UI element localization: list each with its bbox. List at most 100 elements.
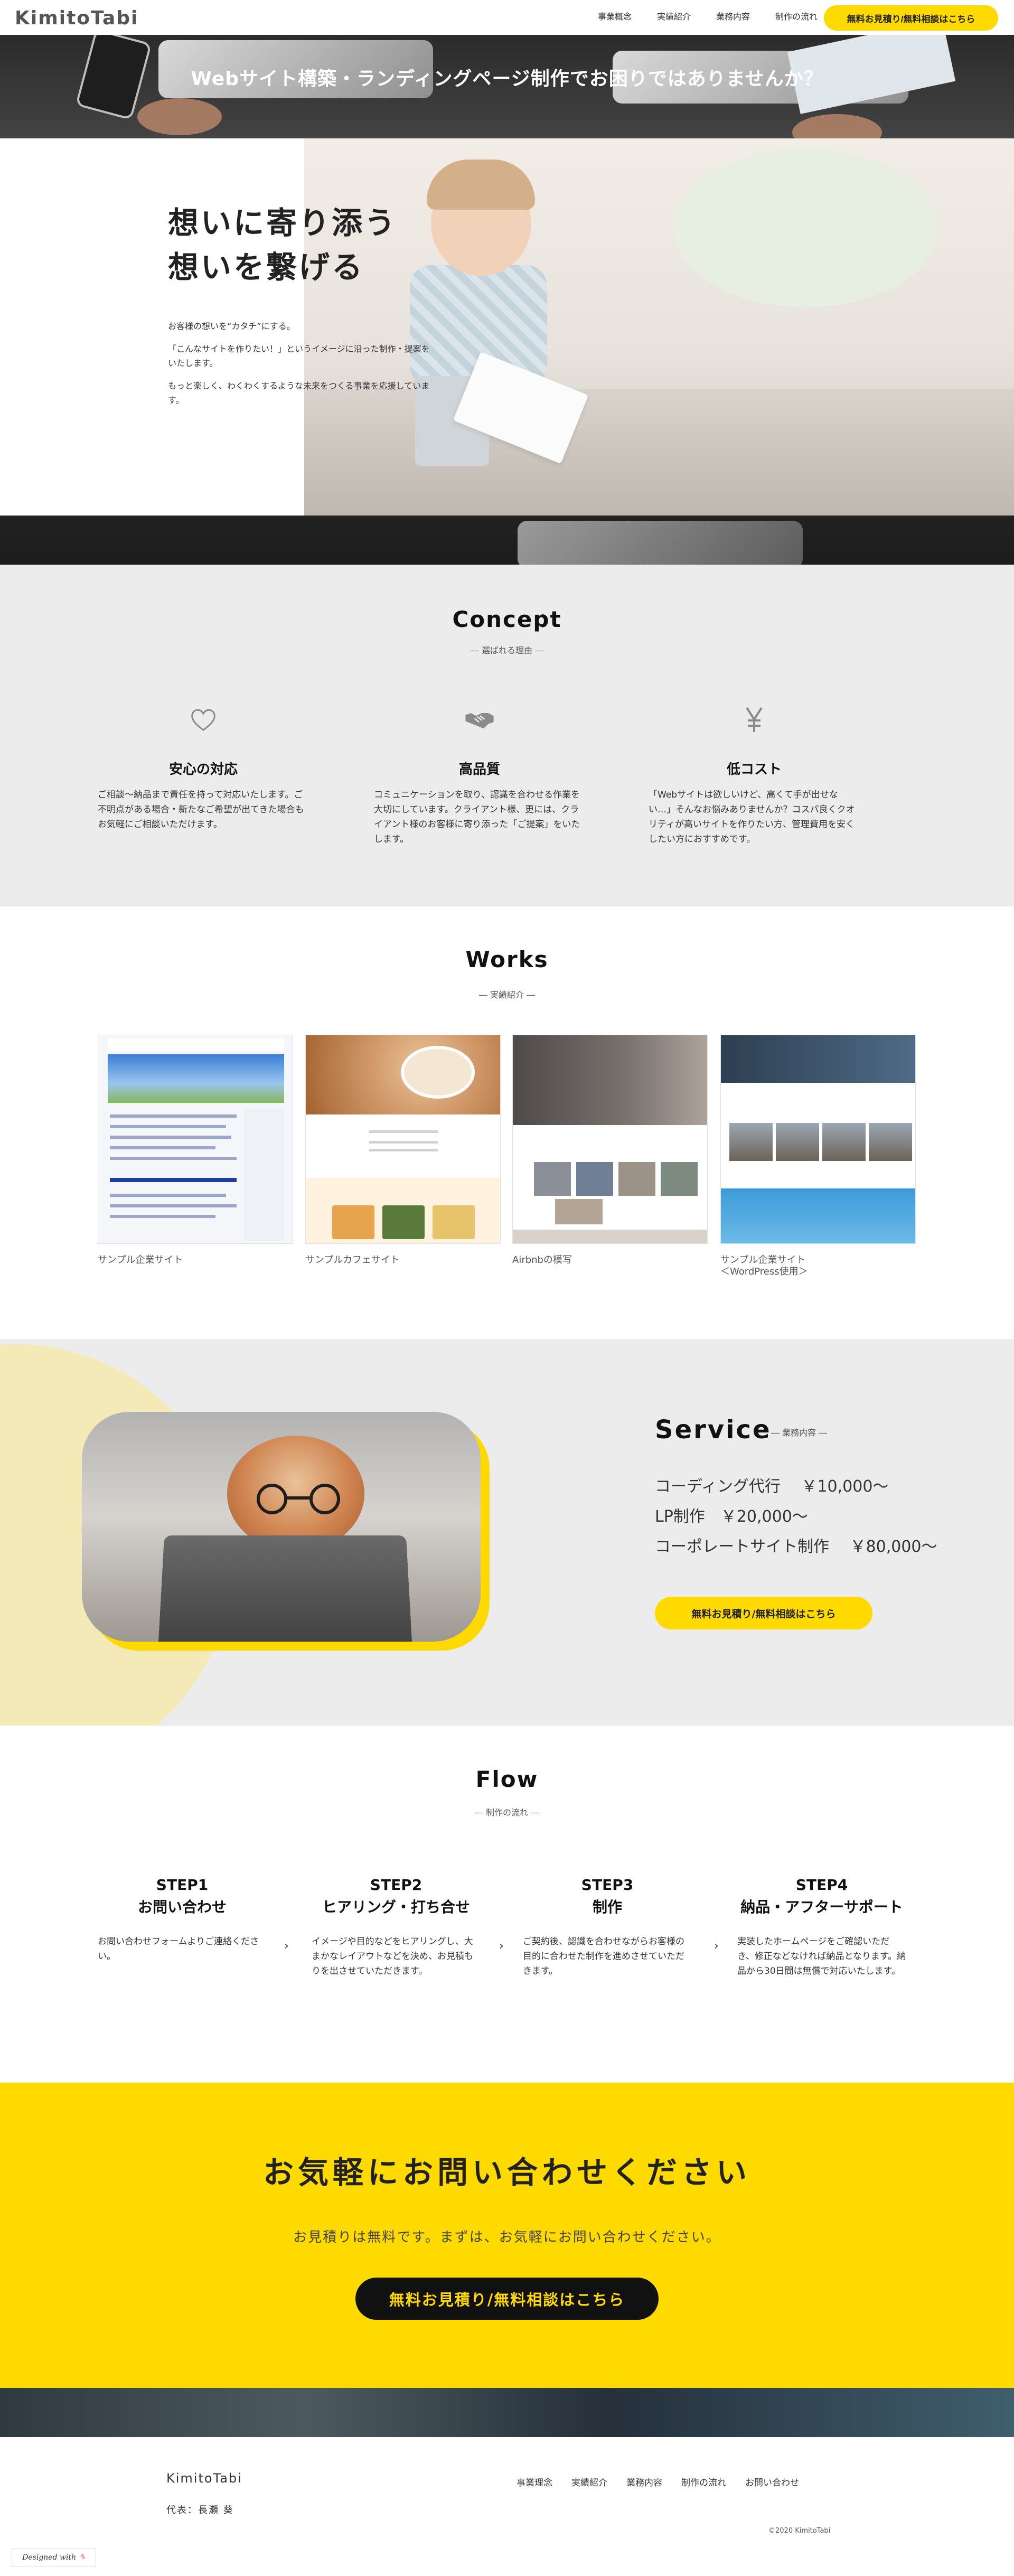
concept-title: Concept bbox=[452, 606, 562, 632]
thumb-hero-photo bbox=[513, 1035, 707, 1125]
flow-step-number: STEP2 bbox=[370, 1876, 422, 1894]
work-item[interactable]: サンプルカフェサイト bbox=[305, 1035, 501, 1266]
service-price-lp: LP制作 ￥20,000〜 bbox=[655, 1507, 808, 1526]
nav-item-flow[interactable]: 制作の流れ bbox=[763, 11, 830, 23]
thumb-sidebar bbox=[244, 1109, 284, 1241]
thumb-row bbox=[110, 1215, 215, 1218]
hero-paragraph: 「こんなサイトを作りたい！」というイメージに沿った制作・提案をいたします。 bbox=[168, 344, 430, 368]
work-caption-line1: サンプル企業サイト bbox=[720, 1254, 806, 1266]
concept-item-text: 「Webサイトは欲しいけど、高くて手が出せない…」そんなお悩みありませんか？コス… bbox=[649, 790, 855, 845]
nav-item-works[interactable]: 実績紹介 bbox=[644, 11, 703, 23]
flow-step-text: イメージや目的などをヒアリングし、大まかなレイアウトなどを決め、お見積もりを出さ… bbox=[312, 1936, 473, 1977]
flow-step: STEP2 ヒアリング・打ち合せ イメージや目的などをヒアリングし、大まかなレイ… bbox=[312, 1874, 481, 1979]
glasses-icon bbox=[257, 1484, 340, 1514]
thumb-photo bbox=[555, 1199, 603, 1224]
footer-nav-concept[interactable]: 事業理念 bbox=[507, 2475, 562, 2488]
service-price-coding: コーディング代行 ￥10,000〜 bbox=[655, 1477, 889, 1496]
work-caption: Airbnbの模写 bbox=[512, 1254, 572, 1266]
thumb-photo bbox=[661, 1162, 698, 1196]
chevron-right-icon: › bbox=[714, 1940, 719, 1953]
heart-icon bbox=[191, 709, 215, 731]
flow-title: Flow bbox=[475, 1766, 539, 1792]
concept-item-quality: 高品質 コミュニケーションを取り、認識を合わせる作業を大切にしています。クライア… bbox=[374, 704, 585, 847]
nav-item-service[interactable]: 業務内容 bbox=[703, 11, 763, 23]
work-thumbnail[interactable] bbox=[305, 1035, 501, 1244]
work-caption: サンプルカフェサイト bbox=[305, 1254, 400, 1266]
service-price-corporate: コーポレートサイト制作 ￥80,000〜 bbox=[655, 1538, 937, 1556]
pencil-icon: ✎ bbox=[79, 2553, 86, 2562]
thumb-photo bbox=[618, 1162, 655, 1196]
concept-item-text: ご相談〜納品まで責任を持って対応いたします。ご不明点がある場合・新たなご希望が出… bbox=[98, 790, 304, 830]
work-thumbnail[interactable] bbox=[512, 1035, 708, 1244]
handshake-icon bbox=[465, 713, 494, 729]
footer-logo[interactable]: KimitoTabi bbox=[166, 2471, 242, 2486]
flow-step: STEP3 制作 ご契約後、認識を合わせながらお客様の目的に合わせた制作を進めさ… bbox=[523, 1874, 692, 1979]
footer-nav-flow[interactable]: 制作の流れ bbox=[672, 2475, 736, 2488]
flow-step-text: 実装したホームページをご確認いただき、修正などなければ納品となります。納品から3… bbox=[737, 1936, 906, 1977]
footer-nav-works[interactable]: 実績紹介 bbox=[562, 2475, 617, 2488]
site-logo[interactable]: KimitoTabi bbox=[15, 7, 138, 29]
thumb-row bbox=[110, 1204, 237, 1207]
flow-step-title: ヒアリング・打ち合せ bbox=[322, 1898, 470, 1916]
hero-paragraph: もっと楽しく、わくわくするような未来をつくる事業を応援しています。 bbox=[168, 381, 430, 405]
site-footer bbox=[0, 2437, 1014, 2576]
thumb-photo bbox=[869, 1123, 912, 1161]
flow-step-text: ご契約後、認識を合わせながらお客様の目的に合わせた制作を進めさせていただきます。 bbox=[523, 1936, 684, 1977]
flow-step-number: STEP4 bbox=[795, 1876, 848, 1894]
thumb-hero-sky bbox=[108, 1054, 284, 1103]
hero-heading-line1: 想いに寄り添う bbox=[168, 205, 398, 241]
contact-text: お見積りは無料です。まずは、お気軽にお問い合わせください。 bbox=[293, 2230, 721, 2245]
contact-button[interactable]: 無料お見積り/無料相談はこちら bbox=[355, 2278, 659, 2320]
thumb-footer-band bbox=[513, 1230, 707, 1243]
thumb-photo bbox=[576, 1162, 613, 1196]
hero-heading-line2: 想いを繋げる bbox=[168, 249, 365, 285]
concept-subtitle: ― 選ばれる理由 ― bbox=[470, 645, 544, 655]
thumb-photo bbox=[729, 1123, 773, 1161]
thumb-row bbox=[110, 1114, 237, 1118]
concept-item-text: コミュニケーションを取り、認識を合わせる作業を大切にしています。クライアント様、… bbox=[374, 790, 580, 845]
footer-nav-service[interactable]: 業務内容 bbox=[617, 2475, 672, 2488]
footer-nav-contact[interactable]: お問い合わせ bbox=[736, 2475, 809, 2488]
footer-representative: 代表：長瀬 葵 bbox=[166, 2505, 234, 2516]
thumb-row bbox=[110, 1136, 231, 1139]
flow-step: STEP1 お問い合わせ お問い合わせフォームよりご連絡ください。 bbox=[98, 1874, 267, 1964]
flow-step-number: STEP3 bbox=[581, 1876, 634, 1894]
chevron-right-icon: › bbox=[499, 1940, 504, 1953]
main-nav: 事業概念 実績紹介 業務内容 制作の流れ bbox=[585, 11, 830, 23]
thumb-text bbox=[369, 1141, 438, 1144]
tree-bokeh bbox=[674, 149, 938, 307]
thumb-hero bbox=[721, 1035, 915, 1083]
nav-item-concept[interactable]: 事業概念 bbox=[585, 11, 644, 23]
child-cap bbox=[427, 160, 535, 210]
thumb-text bbox=[369, 1149, 438, 1151]
work-caption-line2: ＜WordPress使用＞ bbox=[720, 1266, 808, 1277]
designed-with-badge[interactable]: Designed with ✎ bbox=[12, 2548, 96, 2567]
concept-item-cost: 低コスト 「Webサイトは欲しいけど、高くて手が出せない…」そんなお悩みありませ… bbox=[649, 704, 860, 847]
work-thumbnail[interactable] bbox=[720, 1035, 916, 1244]
flow-step-number: STEP1 bbox=[156, 1876, 209, 1894]
header-contact-button[interactable]: 無料お見積り/無料相談はこちら bbox=[824, 5, 998, 31]
hero-laptop-bottom-image bbox=[518, 521, 803, 565]
service-title: Service bbox=[655, 1415, 772, 1445]
work-item[interactable]: Airbnbの模写 bbox=[512, 1035, 708, 1266]
work-caption: サンプル企業サイト bbox=[98, 1254, 183, 1266]
flow-subtitle: ― 制作の流れ ― bbox=[474, 1807, 540, 1818]
service-contact-button[interactable]: 無料お見積り/無料相談はこちら bbox=[655, 1597, 872, 1629]
thumb-row bbox=[110, 1194, 226, 1197]
hero-title: Webサイト構築・ランディングページ制作でお困りではありませんか？ bbox=[191, 68, 823, 90]
work-thumbnail[interactable] bbox=[98, 1035, 293, 1244]
thumb-photo bbox=[822, 1123, 866, 1161]
flow-step: STEP4 納品・アフターサポート 実装したホームページをご確認いただき、修正な… bbox=[737, 1874, 906, 1979]
flow-step-title: 制作 bbox=[592, 1898, 622, 1916]
thumb-row bbox=[110, 1125, 226, 1128]
thumb-building bbox=[721, 1188, 915, 1243]
hero-description: お客様の想いを“カタチ”にする。 「こんなサイトを作りたい！」というイメージに沿… bbox=[168, 319, 432, 416]
concept-item-safety: 安心の対応 ご相談〜納品まで責任を持って対応いたします。ご不明点がある場合・新た… bbox=[98, 704, 309, 832]
flow-step-text: お問い合わせフォームよりご連絡ください。 bbox=[98, 1936, 259, 1962]
chevron-right-icon: › bbox=[284, 1940, 289, 1953]
designed-with-label: Designed with bbox=[22, 2553, 77, 2562]
contact-title: お気軽にお問い合わせください bbox=[262, 2155, 751, 2190]
work-item[interactable]: サンプル企業サイト bbox=[98, 1035, 293, 1266]
work-item[interactable]: サンプル企業サイト ＜WordPress使用＞ bbox=[720, 1035, 916, 1278]
service-subtitle: ― 業務内容 ― bbox=[771, 1428, 828, 1438]
